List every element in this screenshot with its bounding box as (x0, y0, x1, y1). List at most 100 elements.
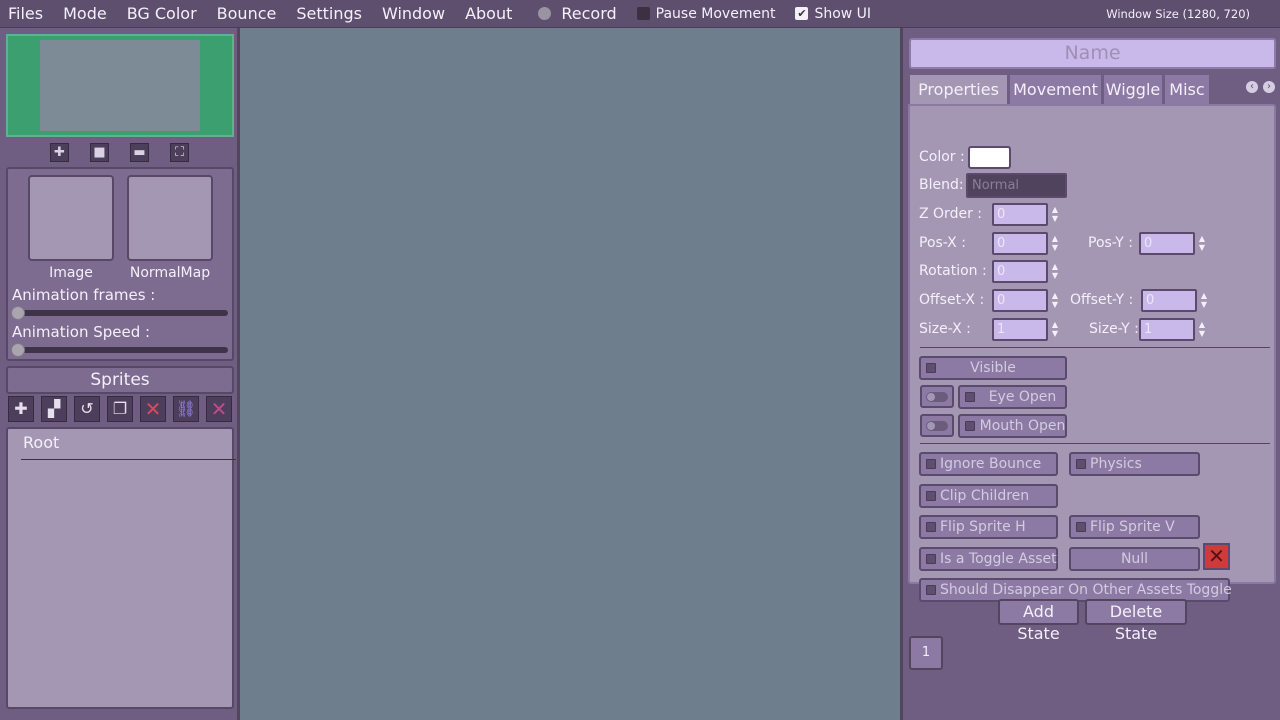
record-dot-icon[interactable] (538, 7, 552, 20)
menu-settings[interactable]: Settings (286, 0, 372, 28)
tab-wiggle[interactable]: Wiggle (1103, 74, 1163, 105)
eye-open-label: Eye Open (988, 389, 1057, 405)
menu-bounce[interactable]: Bounce (207, 0, 287, 28)
pos-y-stepper-icon[interactable]: ▲ ▼ (1197, 234, 1207, 254)
zoom-out-button[interactable]: ▬ (130, 143, 149, 162)
close-icon: ✕ (1208, 544, 1225, 568)
eye-open-switch[interactable] (920, 385, 954, 408)
animation-speed-slider[interactable] (11, 343, 228, 357)
normalmap-slot[interactable] (127, 175, 213, 261)
fit-view-button[interactable]: ⛶ (170, 143, 189, 162)
delete-sprite-button[interactable]: ✕ (140, 396, 166, 422)
zoom-in-button[interactable]: ✚ (50, 143, 69, 162)
disappear-label: Should Disappear On Other Assets Toggle (940, 582, 1232, 598)
color-label: Color : (919, 149, 965, 165)
pos-x-input[interactable]: 0 (992, 232, 1048, 255)
tree-item-root[interactable]: Root (23, 433, 59, 452)
delete-state-button[interactable]: Delete State (1085, 599, 1187, 643)
ignore-bounce-label: Ignore Bounce (940, 456, 1042, 472)
image-slot[interactable] (28, 175, 114, 261)
duplicate-icon: ❐ (112, 399, 128, 418)
record-button[interactable]: Record (561, 4, 616, 23)
image-label: Image (49, 265, 93, 281)
switch-knob (927, 422, 935, 430)
offset-x-stepper-icon[interactable]: ▲ ▼ (1050, 291, 1060, 311)
animation-speed-knob[interactable] (11, 343, 25, 357)
mouth-open-toggle[interactable]: Mouth Open (958, 414, 1067, 438)
add-sprite-button[interactable]: ✚ (8, 396, 34, 422)
blend-select[interactable]: Normal (966, 173, 1067, 198)
flip-v-label: Flip Sprite V (1090, 519, 1175, 535)
sprite-name-input[interactable]: Name (909, 38, 1276, 69)
tab-movement[interactable]: Movement (1009, 74, 1102, 105)
mouth-open-switch[interactable] (920, 414, 954, 437)
pos-y-input[interactable]: 0 (1139, 232, 1195, 255)
checkbox-icon (1076, 522, 1086, 532)
z-order-input[interactable]: 0 (992, 203, 1048, 226)
link-sprite-button[interactable]: ⛓ (173, 396, 199, 422)
pause-movement-checkbox[interactable] (636, 7, 650, 20)
preview-viewport (40, 40, 200, 131)
tab-properties[interactable]: Properties (909, 74, 1008, 105)
clip-children-toggle[interactable]: Clip Children (919, 484, 1058, 508)
physics-toggle[interactable]: Physics (1069, 452, 1200, 476)
toggle-asset-toggle[interactable]: Is a Toggle Asset (919, 547, 1058, 571)
size-x-input[interactable]: 1 (992, 318, 1048, 341)
menu-window[interactable]: Window (372, 0, 455, 28)
flip-h-label: Flip Sprite H (940, 519, 1026, 535)
size-x-stepper-icon[interactable]: ▲ ▼ (1050, 320, 1060, 340)
show-ui-checkbox[interactable]: ✔ (795, 7, 809, 20)
pause-movement-label: Pause Movement (655, 5, 776, 22)
animation-frames-label: Animation frames : (12, 286, 156, 304)
checkbox-icon (926, 491, 936, 501)
pos-x-stepper-icon[interactable]: ▲ ▼ (1050, 234, 1060, 254)
add-folder-button[interactable]: ▞ (41, 396, 67, 422)
z-order-label: Z Order : (919, 206, 982, 222)
animation-frames-knob[interactable] (11, 306, 25, 320)
tab-next-icon[interactable]: › (1263, 81, 1275, 93)
menu-about[interactable]: About (455, 0, 522, 28)
animation-frames-slider[interactable] (11, 306, 228, 320)
menu-bg-color[interactable]: BG Color (117, 0, 207, 28)
tab-prev-icon[interactable]: ‹ (1246, 81, 1258, 93)
visible-toggle[interactable]: Visible (919, 356, 1067, 380)
clip-children-label: Clip Children (940, 488, 1030, 504)
clear-key-button[interactable]: ✕ (1203, 543, 1230, 570)
blend-label: Blend: (919, 177, 964, 193)
switch-knob (927, 393, 935, 401)
tab-misc[interactable]: Misc (1164, 74, 1210, 105)
rotation-input[interactable]: 0 (992, 260, 1048, 283)
color-picker[interactable] (968, 146, 1011, 169)
size-y-stepper-icon[interactable]: ▲ ▼ (1197, 320, 1207, 340)
zoom-reset-button[interactable]: ■ (90, 143, 109, 162)
size-y-label: Size-Y : (1089, 321, 1139, 337)
duplicate-sprite-button[interactable]: ❐ (107, 396, 133, 422)
square-icon: ■ (93, 145, 106, 160)
divider (920, 443, 1270, 444)
toggle-key-button[interactable]: Null (1069, 547, 1200, 571)
delete-x-icon: ✕ (144, 397, 162, 421)
unlink-sprite-button[interactable]: ✕ (206, 396, 232, 422)
flip-v-toggle[interactable]: Flip Sprite V (1069, 515, 1200, 539)
replace-sprite-button[interactable]: ↺ (74, 396, 100, 422)
canvas-preview[interactable] (6, 34, 234, 137)
divider (920, 347, 1270, 348)
flip-h-toggle[interactable]: Flip Sprite H (919, 515, 1058, 539)
offset-y-input[interactable]: 0 (1141, 289, 1197, 312)
sprite-tree[interactable]: Root (6, 427, 236, 709)
offset-x-input[interactable]: 0 (992, 289, 1048, 312)
menu-mode[interactable]: Mode (53, 0, 117, 28)
z-order-stepper-icon[interactable]: ▲ ▼ (1050, 205, 1060, 225)
size-y-input[interactable]: 1 (1139, 318, 1195, 341)
checkbox-icon (1076, 459, 1086, 469)
state-button-1[interactable]: 1 (909, 636, 943, 670)
plus-icon: ✚ (54, 145, 65, 160)
eye-open-toggle[interactable]: Eye Open (958, 385, 1067, 409)
offset-x-label: Offset-X : (919, 292, 985, 308)
offset-y-stepper-icon[interactable]: ▲ ▼ (1199, 291, 1209, 311)
ignore-bounce-toggle[interactable]: Ignore Bounce (919, 452, 1058, 476)
menu-bar: Files Mode BG Color Bounce Settings Wind… (0, 0, 1280, 28)
rotation-stepper-icon[interactable]: ▲ ▼ (1050, 262, 1060, 282)
menu-files[interactable]: Files (0, 0, 53, 28)
add-state-button[interactable]: Add State (998, 599, 1079, 643)
